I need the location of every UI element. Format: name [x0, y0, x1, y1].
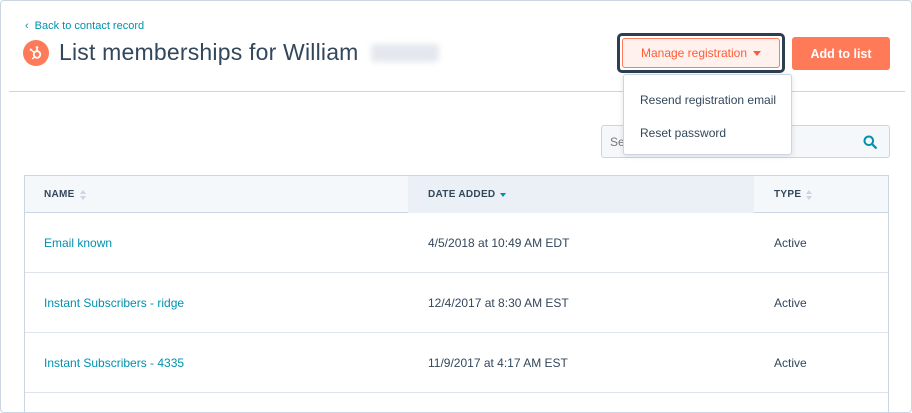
back-link-label: Back to contact record: [34, 20, 145, 32]
manage-registration-highlight: Manage registration: [617, 33, 785, 73]
type-cell: Active: [774, 296, 807, 310]
date-added-cell: 11/9/2017 at 4:17 AM EST: [428, 356, 568, 370]
page-header: List memberships for William: [23, 39, 439, 66]
list-name-link[interactable]: Instant Subscribers - ridge: [44, 273, 184, 333]
column-header-date-added[interactable]: DATE ADDED: [408, 176, 754, 213]
search-icon[interactable]: [863, 135, 877, 149]
manage-registration-button[interactable]: Manage registration: [622, 38, 780, 68]
chevron-left-icon: ‹: [25, 20, 29, 32]
list-name-link[interactable]: Instant Subscribers - 4335: [44, 333, 184, 393]
list-name-link[interactable]: Email known: [44, 213, 112, 273]
table-row: Instant Subscribers - 4335 11/9/2017 at …: [25, 333, 888, 393]
table-row: Email known 4/5/2018 at 10:49 AM EDT Act…: [25, 213, 888, 273]
type-cell: Active: [774, 236, 807, 250]
sort-descending-icon: [500, 192, 507, 197]
sort-icon: [79, 189, 86, 200]
manage-registration-label: Manage registration: [640, 46, 748, 60]
sort-icon: [806, 189, 813, 200]
back-to-contact-link[interactable]: ‹ Back to contact record: [25, 20, 144, 32]
hubspot-sprocket-icon: [23, 39, 49, 66]
date-added-cell: 12/4/2017 at 8:30 AM EST: [428, 296, 569, 310]
column-header-type[interactable]: TYPE: [754, 176, 888, 213]
manage-registration-menu: Resend registration email Reset password: [623, 74, 792, 155]
menu-item-reset-password[interactable]: Reset password: [624, 116, 791, 149]
redacted-surname: [370, 43, 439, 62]
type-cell: Active: [774, 356, 807, 370]
list-memberships-table: NAME DATE ADDED TYPE Email known 4/5/201…: [24, 175, 889, 412]
table-header: NAME DATE ADDED TYPE: [25, 176, 888, 213]
column-header-name[interactable]: NAME: [25, 176, 408, 213]
caret-down-icon: [753, 50, 762, 56]
date-added-cell: 4/5/2018 at 10:49 AM EDT: [428, 236, 570, 250]
app-window: ‹ Back to contact record List membership…: [0, 0, 912, 413]
table-row: Instant Subscribers - ridge 12/4/2017 at…: [25, 273, 888, 333]
add-to-list-button[interactable]: Add to list: [792, 37, 890, 70]
menu-item-resend-registration-email[interactable]: Resend registration email: [624, 83, 791, 116]
page-title: List memberships for William: [59, 39, 359, 65]
